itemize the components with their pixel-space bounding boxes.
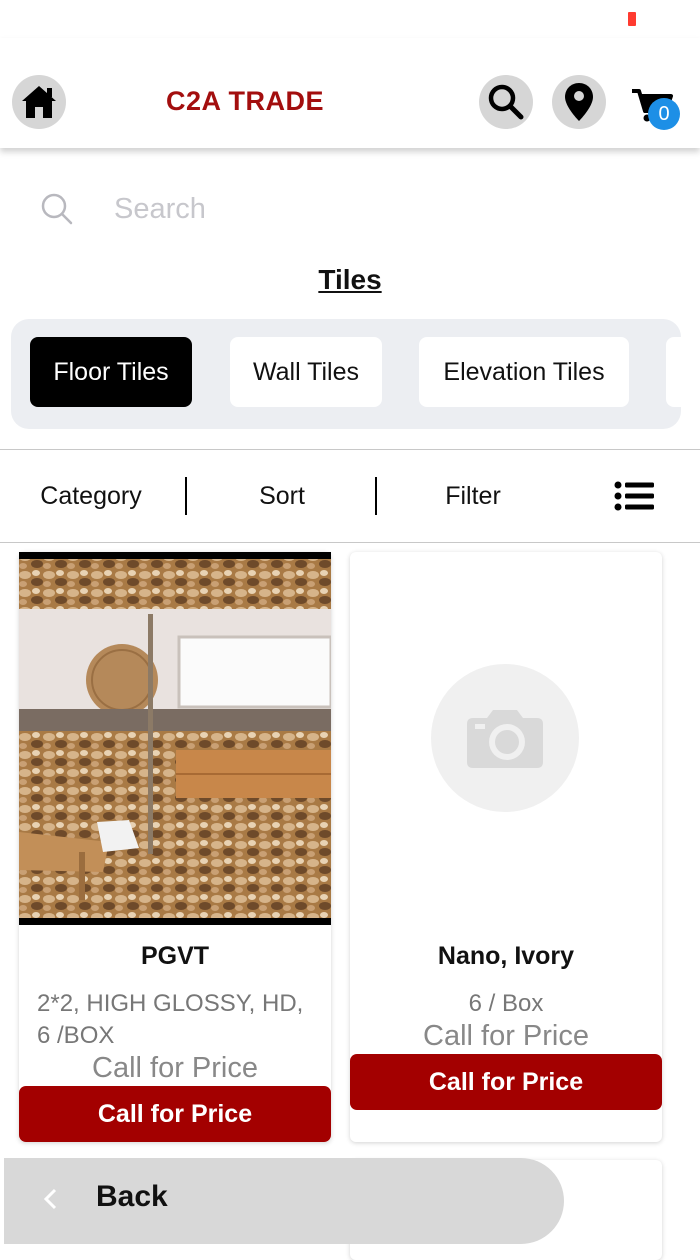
call-for-price-button[interactable]: Call for Price (350, 1054, 662, 1110)
brand-title: C2A TRADE (166, 86, 325, 116)
home-button[interactable] (12, 75, 66, 129)
product-name: PGVT (140, 942, 210, 970)
home-icon (22, 86, 56, 118)
battery-indicator (628, 12, 636, 26)
tab-next-partial[interactable] (666, 337, 681, 407)
location-icon (565, 83, 593, 121)
price-text: Call for Price (423, 1020, 589, 1052)
back-button[interactable]: Back (4, 1158, 564, 1244)
list-view-icon[interactable] (614, 480, 656, 512)
product-image (19, 552, 331, 925)
image-placeholder (431, 664, 579, 812)
product-description: 6 / Box (468, 990, 544, 1017)
category-button[interactable]: Category (0, 450, 182, 542)
chevron-left-icon (43, 1188, 57, 1210)
call-for-price-button[interactable]: Call for Price (19, 1086, 331, 1142)
price-text: Call for Price (92, 1052, 258, 1084)
product-card[interactable]: Nano, Ivory 6 / Box Call for Price Call … (350, 552, 662, 1142)
location-button[interactable] (552, 75, 606, 129)
search-bar (0, 170, 700, 242)
app-header: C2A TRADE 0 (0, 38, 700, 148)
category-tabs: Floor Tiles Wall Tiles Elevation Tiles (11, 319, 681, 429)
search-input[interactable] (112, 188, 656, 230)
cart-count-badge: 0 (648, 98, 680, 130)
tab-wall-tiles[interactable]: Wall Tiles (230, 337, 382, 407)
toolbar-divider (375, 477, 377, 515)
product-card[interactable]: PGVT 2*2, HIGH GLOSSY, HD, 6 /BOX Call f… (19, 552, 331, 1142)
tab-floor-tiles[interactable]: Floor Tiles (30, 337, 192, 407)
search-icon (41, 193, 73, 225)
header-search-button[interactable] (479, 75, 533, 129)
divider (0, 542, 700, 543)
back-label: Back (96, 1180, 168, 1213)
camera-icon (467, 710, 543, 768)
tab-elevation-tiles[interactable]: Elevation Tiles (419, 337, 629, 407)
toolbar-divider (185, 477, 187, 515)
product-description: 2*2, HIGH GLOSSY, HD, (37, 990, 304, 1017)
sort-button[interactable]: Sort (190, 450, 374, 542)
sort-filter-toolbar: Category Sort Filter (0, 450, 700, 542)
filter-button[interactable]: Filter (380, 450, 566, 542)
search-icon (488, 84, 524, 120)
product-name: Nano, Ivory (437, 942, 575, 970)
page-title: Tiles (318, 264, 382, 295)
status-bar (0, 0, 700, 36)
product-description: 6 /BOX (37, 1022, 115, 1049)
